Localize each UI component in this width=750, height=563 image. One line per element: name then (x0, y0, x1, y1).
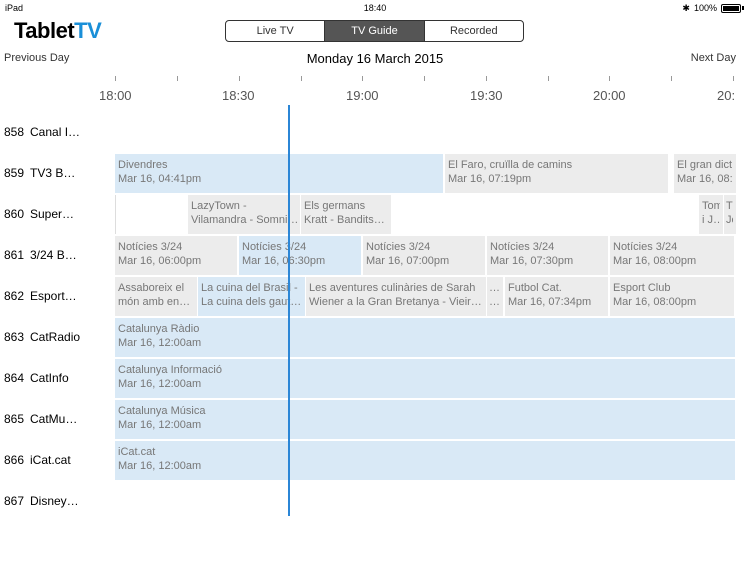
time-label: 18:00 (99, 88, 132, 103)
time-label: 19:00 (346, 88, 379, 103)
program-cell[interactable]: Les aventures culinàries de Sarah Wiener … (306, 277, 486, 316)
program-cell[interactable]: Els germans Kratt - Bandits… (301, 195, 391, 234)
program-cell[interactable]: iCat.cat Mar 16, 12:00am (115, 441, 735, 480)
channel-860[interactable]: 860 Super… (4, 207, 74, 221)
program-cell[interactable]: TJe (724, 195, 736, 234)
program-cell[interactable]: Catalunya Ràdio Mar 16, 12:00am (115, 318, 735, 357)
program-cell[interactable] (115, 195, 187, 234)
previous-day-button[interactable]: Previous Day (4, 52, 69, 64)
time-label: 18:30 (222, 88, 255, 103)
channel-866[interactable]: 866 iCat.cat (4, 453, 71, 467)
program-cell[interactable]: Catalunya Música Mar 16, 12:00am (115, 400, 735, 439)
time-label: 19:30 (470, 88, 503, 103)
status-bar: iPad 18:40 ✱ 100% (0, 0, 750, 16)
channel-862[interactable]: 862 Esport… (4, 289, 77, 303)
program-cell[interactable]: Esport Club Mar 16, 08:00pm (610, 277, 734, 316)
channel-863[interactable]: 863 CatRadio (4, 330, 80, 344)
program-cell[interactable]: Catalunya Informació Mar 16, 12:00am (115, 359, 735, 398)
tab-live-tv[interactable]: Live TV (226, 21, 326, 41)
current-time-indicator (288, 105, 290, 516)
channel-864[interactable]: 864 CatInfo (4, 371, 69, 385)
program-cell[interactable]: El Faro, cruïlla de camins Mar 16, 07:19p… (445, 154, 668, 193)
channel-865[interactable]: 865 CatMu… (4, 412, 77, 426)
clock: 18:40 (363, 3, 387, 13)
tab-tv-guide[interactable]: TV Guide (325, 21, 425, 41)
app-logo: TabletTV (14, 18, 102, 43)
battery-label: 100% (693, 3, 717, 13)
program-cell[interactable]: …… (487, 277, 503, 316)
program-cell[interactable]: Notícies 3/24 Mar 16, 07:30pm (487, 236, 608, 275)
program-cell[interactable]: Assaboreix el món amb en… (115, 277, 197, 316)
program-cell[interactable]: Divendres Mar 16, 04:41pm (115, 154, 443, 193)
tab-recorded[interactable]: Recorded (425, 21, 523, 41)
view-tabs: Live TV TV Guide Recorded (225, 20, 524, 42)
channel-861[interactable]: 861 3/24 B… (4, 248, 77, 262)
program-cell[interactable]: Notícies 3/24 Mar 16, 06:30pm (239, 236, 361, 275)
program-cell[interactable]: Notícies 3/24 Mar 16, 08:00pm (610, 236, 734, 275)
channel-859[interactable]: 859 TV3 B… (4, 166, 75, 180)
bluetooth-icon: ✱ (682, 3, 690, 13)
battery-icon (721, 3, 741, 13)
next-day-button[interactable]: Next Day (691, 52, 736, 64)
program-cell[interactable]: Futbol Cat. Mar 16, 07:34pm (505, 277, 608, 316)
program-cell[interactable]: Tomi J… (699, 195, 723, 234)
time-label: 20: (717, 88, 736, 103)
channel-867[interactable]: 867 Disney… (4, 494, 79, 508)
program-cell[interactable]: Notícies 3/24 Mar 16, 06:00pm (115, 236, 237, 275)
program-cell[interactable]: El gran dict Mar 16, 08: (674, 154, 736, 193)
current-date: Monday 16 March 2015 (306, 51, 444, 66)
program-cell[interactable]: Notícies 3/24 Mar 16, 07:00pm (363, 236, 485, 275)
status-right: ✱ 100% (682, 0, 744, 16)
channel-858[interactable]: 858 Canal I… (4, 125, 80, 139)
program-cell[interactable]: LazyTown - Vilamandra - Somni… (188, 195, 300, 234)
time-label: 20:00 (593, 88, 626, 103)
